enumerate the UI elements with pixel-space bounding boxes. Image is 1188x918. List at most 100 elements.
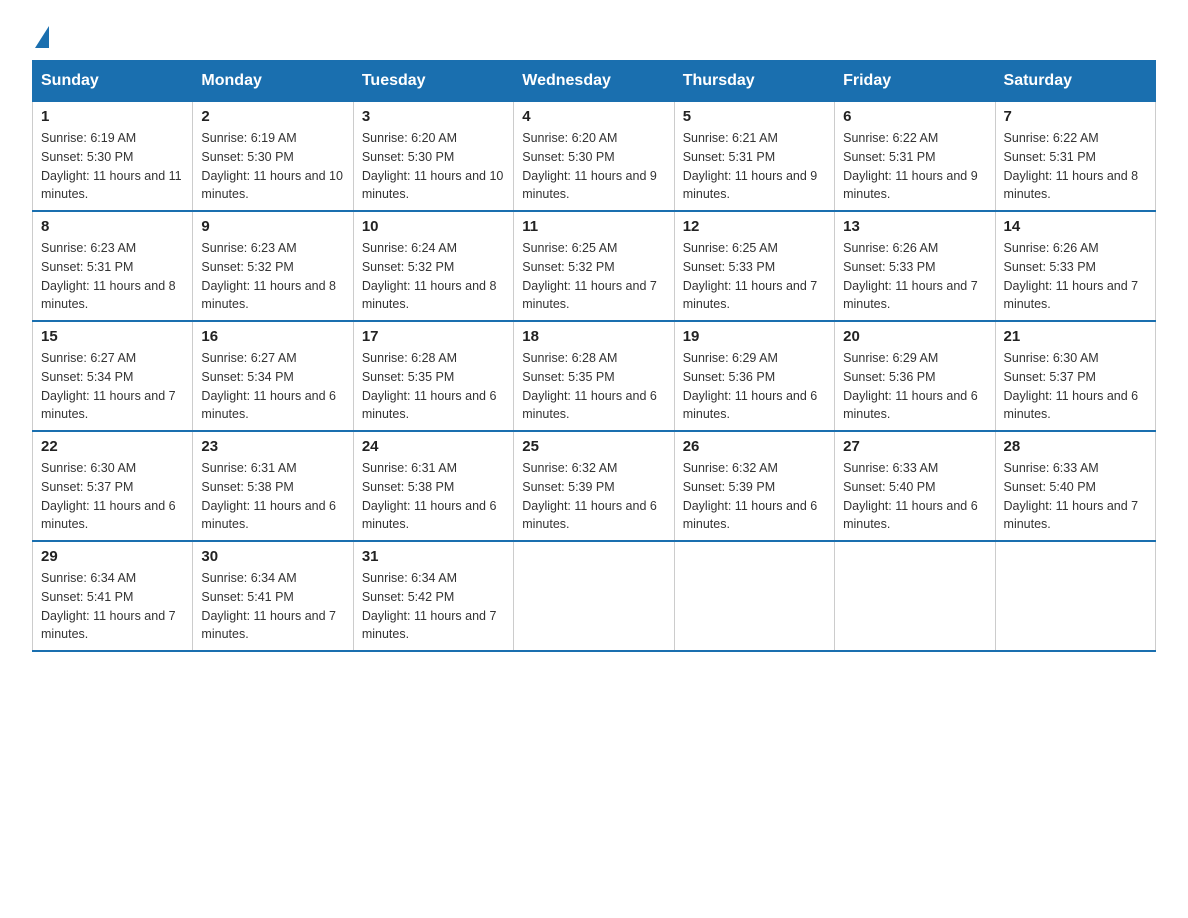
- calendar-cell: [835, 541, 995, 651]
- calendar-cell: 27 Sunrise: 6:33 AMSunset: 5:40 PMDaylig…: [835, 431, 995, 541]
- day-number: 13: [843, 218, 986, 235]
- day-number: 20: [843, 328, 986, 345]
- day-number: 26: [683, 438, 826, 455]
- calendar-cell: 31 Sunrise: 6:34 AMSunset: 5:42 PMDaylig…: [353, 541, 513, 651]
- day-number: 11: [522, 218, 665, 235]
- page-header: [32, 24, 1156, 44]
- calendar-cell: 14 Sunrise: 6:26 AMSunset: 5:33 PMDaylig…: [995, 211, 1155, 321]
- day-info: Sunrise: 6:25 AMSunset: 5:32 PMDaylight:…: [522, 241, 657, 311]
- weekday-header-saturday: Saturday: [995, 61, 1155, 101]
- day-info: Sunrise: 6:25 AMSunset: 5:33 PMDaylight:…: [683, 241, 818, 311]
- day-info: Sunrise: 6:28 AMSunset: 5:35 PMDaylight:…: [522, 351, 657, 421]
- day-info: Sunrise: 6:26 AMSunset: 5:33 PMDaylight:…: [843, 241, 978, 311]
- logo: [32, 24, 49, 44]
- day-number: 25: [522, 438, 665, 455]
- day-number: 12: [683, 218, 826, 235]
- calendar-cell: 10 Sunrise: 6:24 AMSunset: 5:32 PMDaylig…: [353, 211, 513, 321]
- day-number: 18: [522, 328, 665, 345]
- day-number: 21: [1004, 328, 1147, 345]
- day-number: 7: [1004, 108, 1147, 125]
- calendar-cell: 28 Sunrise: 6:33 AMSunset: 5:40 PMDaylig…: [995, 431, 1155, 541]
- calendar-cell: [674, 541, 834, 651]
- calendar-week-row: 1 Sunrise: 6:19 AMSunset: 5:30 PMDayligh…: [33, 101, 1156, 211]
- calendar-cell: 9 Sunrise: 6:23 AMSunset: 5:32 PMDayligh…: [193, 211, 353, 321]
- day-number: 15: [41, 328, 184, 345]
- calendar-cell: 23 Sunrise: 6:31 AMSunset: 5:38 PMDaylig…: [193, 431, 353, 541]
- calendar-cell: 4 Sunrise: 6:20 AMSunset: 5:30 PMDayligh…: [514, 101, 674, 211]
- calendar-cell: 19 Sunrise: 6:29 AMSunset: 5:36 PMDaylig…: [674, 321, 834, 431]
- day-number: 30: [201, 548, 344, 565]
- day-info: Sunrise: 6:27 AMSunset: 5:34 PMDaylight:…: [201, 351, 336, 421]
- day-number: 31: [362, 548, 505, 565]
- calendar-cell: 2 Sunrise: 6:19 AMSunset: 5:30 PMDayligh…: [193, 101, 353, 211]
- day-number: 8: [41, 218, 184, 235]
- day-number: 22: [41, 438, 184, 455]
- day-info: Sunrise: 6:32 AMSunset: 5:39 PMDaylight:…: [522, 461, 657, 531]
- day-info: Sunrise: 6:27 AMSunset: 5:34 PMDaylight:…: [41, 351, 176, 421]
- day-number: 5: [683, 108, 826, 125]
- day-info: Sunrise: 6:22 AMSunset: 5:31 PMDaylight:…: [1004, 131, 1139, 201]
- day-info: Sunrise: 6:21 AMSunset: 5:31 PMDaylight:…: [683, 131, 818, 201]
- weekday-header-wednesday: Wednesday: [514, 61, 674, 101]
- day-number: 17: [362, 328, 505, 345]
- calendar-cell: 24 Sunrise: 6:31 AMSunset: 5:38 PMDaylig…: [353, 431, 513, 541]
- day-info: Sunrise: 6:34 AMSunset: 5:42 PMDaylight:…: [362, 571, 497, 641]
- day-number: 6: [843, 108, 986, 125]
- day-number: 28: [1004, 438, 1147, 455]
- day-info: Sunrise: 6:31 AMSunset: 5:38 PMDaylight:…: [201, 461, 336, 531]
- day-info: Sunrise: 6:22 AMSunset: 5:31 PMDaylight:…: [843, 131, 978, 201]
- calendar-cell: 5 Sunrise: 6:21 AMSunset: 5:31 PMDayligh…: [674, 101, 834, 211]
- day-info: Sunrise: 6:30 AMSunset: 5:37 PMDaylight:…: [1004, 351, 1139, 421]
- day-number: 19: [683, 328, 826, 345]
- day-info: Sunrise: 6:29 AMSunset: 5:36 PMDaylight:…: [683, 351, 818, 421]
- day-info: Sunrise: 6:30 AMSunset: 5:37 PMDaylight:…: [41, 461, 176, 531]
- day-info: Sunrise: 6:19 AMSunset: 5:30 PMDaylight:…: [201, 131, 343, 201]
- day-info: Sunrise: 6:32 AMSunset: 5:39 PMDaylight:…: [683, 461, 818, 531]
- day-number: 29: [41, 548, 184, 565]
- calendar-cell: 21 Sunrise: 6:30 AMSunset: 5:37 PMDaylig…: [995, 321, 1155, 431]
- calendar-cell: 30 Sunrise: 6:34 AMSunset: 5:41 PMDaylig…: [193, 541, 353, 651]
- day-info: Sunrise: 6:20 AMSunset: 5:30 PMDaylight:…: [362, 131, 504, 201]
- calendar-cell: 26 Sunrise: 6:32 AMSunset: 5:39 PMDaylig…: [674, 431, 834, 541]
- calendar-cell: [995, 541, 1155, 651]
- weekday-header-row: SundayMondayTuesdayWednesdayThursdayFrid…: [33, 61, 1156, 101]
- day-info: Sunrise: 6:34 AMSunset: 5:41 PMDaylight:…: [41, 571, 176, 641]
- calendar-cell: 7 Sunrise: 6:22 AMSunset: 5:31 PMDayligh…: [995, 101, 1155, 211]
- day-info: Sunrise: 6:19 AMSunset: 5:30 PMDaylight:…: [41, 131, 182, 201]
- logo-triangle-icon: [35, 26, 49, 48]
- day-info: Sunrise: 6:28 AMSunset: 5:35 PMDaylight:…: [362, 351, 497, 421]
- calendar-cell: [514, 541, 674, 651]
- calendar-cell: 8 Sunrise: 6:23 AMSunset: 5:31 PMDayligh…: [33, 211, 193, 321]
- calendar-cell: 3 Sunrise: 6:20 AMSunset: 5:30 PMDayligh…: [353, 101, 513, 211]
- day-number: 3: [362, 108, 505, 125]
- calendar-week-row: 29 Sunrise: 6:34 AMSunset: 5:41 PMDaylig…: [33, 541, 1156, 651]
- day-number: 9: [201, 218, 344, 235]
- day-info: Sunrise: 6:33 AMSunset: 5:40 PMDaylight:…: [1004, 461, 1139, 531]
- calendar-cell: 17 Sunrise: 6:28 AMSunset: 5:35 PMDaylig…: [353, 321, 513, 431]
- calendar-cell: 15 Sunrise: 6:27 AMSunset: 5:34 PMDaylig…: [33, 321, 193, 431]
- day-info: Sunrise: 6:33 AMSunset: 5:40 PMDaylight:…: [843, 461, 978, 531]
- calendar-cell: 11 Sunrise: 6:25 AMSunset: 5:32 PMDaylig…: [514, 211, 674, 321]
- day-info: Sunrise: 6:24 AMSunset: 5:32 PMDaylight:…: [362, 241, 497, 311]
- day-info: Sunrise: 6:23 AMSunset: 5:32 PMDaylight:…: [201, 241, 336, 311]
- calendar-week-row: 8 Sunrise: 6:23 AMSunset: 5:31 PMDayligh…: [33, 211, 1156, 321]
- calendar-cell: 1 Sunrise: 6:19 AMSunset: 5:30 PMDayligh…: [33, 101, 193, 211]
- weekday-header-tuesday: Tuesday: [353, 61, 513, 101]
- day-number: 27: [843, 438, 986, 455]
- calendar-cell: 20 Sunrise: 6:29 AMSunset: 5:36 PMDaylig…: [835, 321, 995, 431]
- day-info: Sunrise: 6:29 AMSunset: 5:36 PMDaylight:…: [843, 351, 978, 421]
- calendar-cell: 6 Sunrise: 6:22 AMSunset: 5:31 PMDayligh…: [835, 101, 995, 211]
- day-number: 10: [362, 218, 505, 235]
- calendar-cell: 12 Sunrise: 6:25 AMSunset: 5:33 PMDaylig…: [674, 211, 834, 321]
- weekday-header-sunday: Sunday: [33, 61, 193, 101]
- day-number: 14: [1004, 218, 1147, 235]
- calendar-table: SundayMondayTuesdayWednesdayThursdayFrid…: [32, 60, 1156, 652]
- calendar-cell: 13 Sunrise: 6:26 AMSunset: 5:33 PMDaylig…: [835, 211, 995, 321]
- weekday-header-monday: Monday: [193, 61, 353, 101]
- calendar-week-row: 22 Sunrise: 6:30 AMSunset: 5:37 PMDaylig…: [33, 431, 1156, 541]
- day-number: 2: [201, 108, 344, 125]
- weekday-header-friday: Friday: [835, 61, 995, 101]
- day-info: Sunrise: 6:34 AMSunset: 5:41 PMDaylight:…: [201, 571, 336, 641]
- day-info: Sunrise: 6:31 AMSunset: 5:38 PMDaylight:…: [362, 461, 497, 531]
- calendar-cell: 25 Sunrise: 6:32 AMSunset: 5:39 PMDaylig…: [514, 431, 674, 541]
